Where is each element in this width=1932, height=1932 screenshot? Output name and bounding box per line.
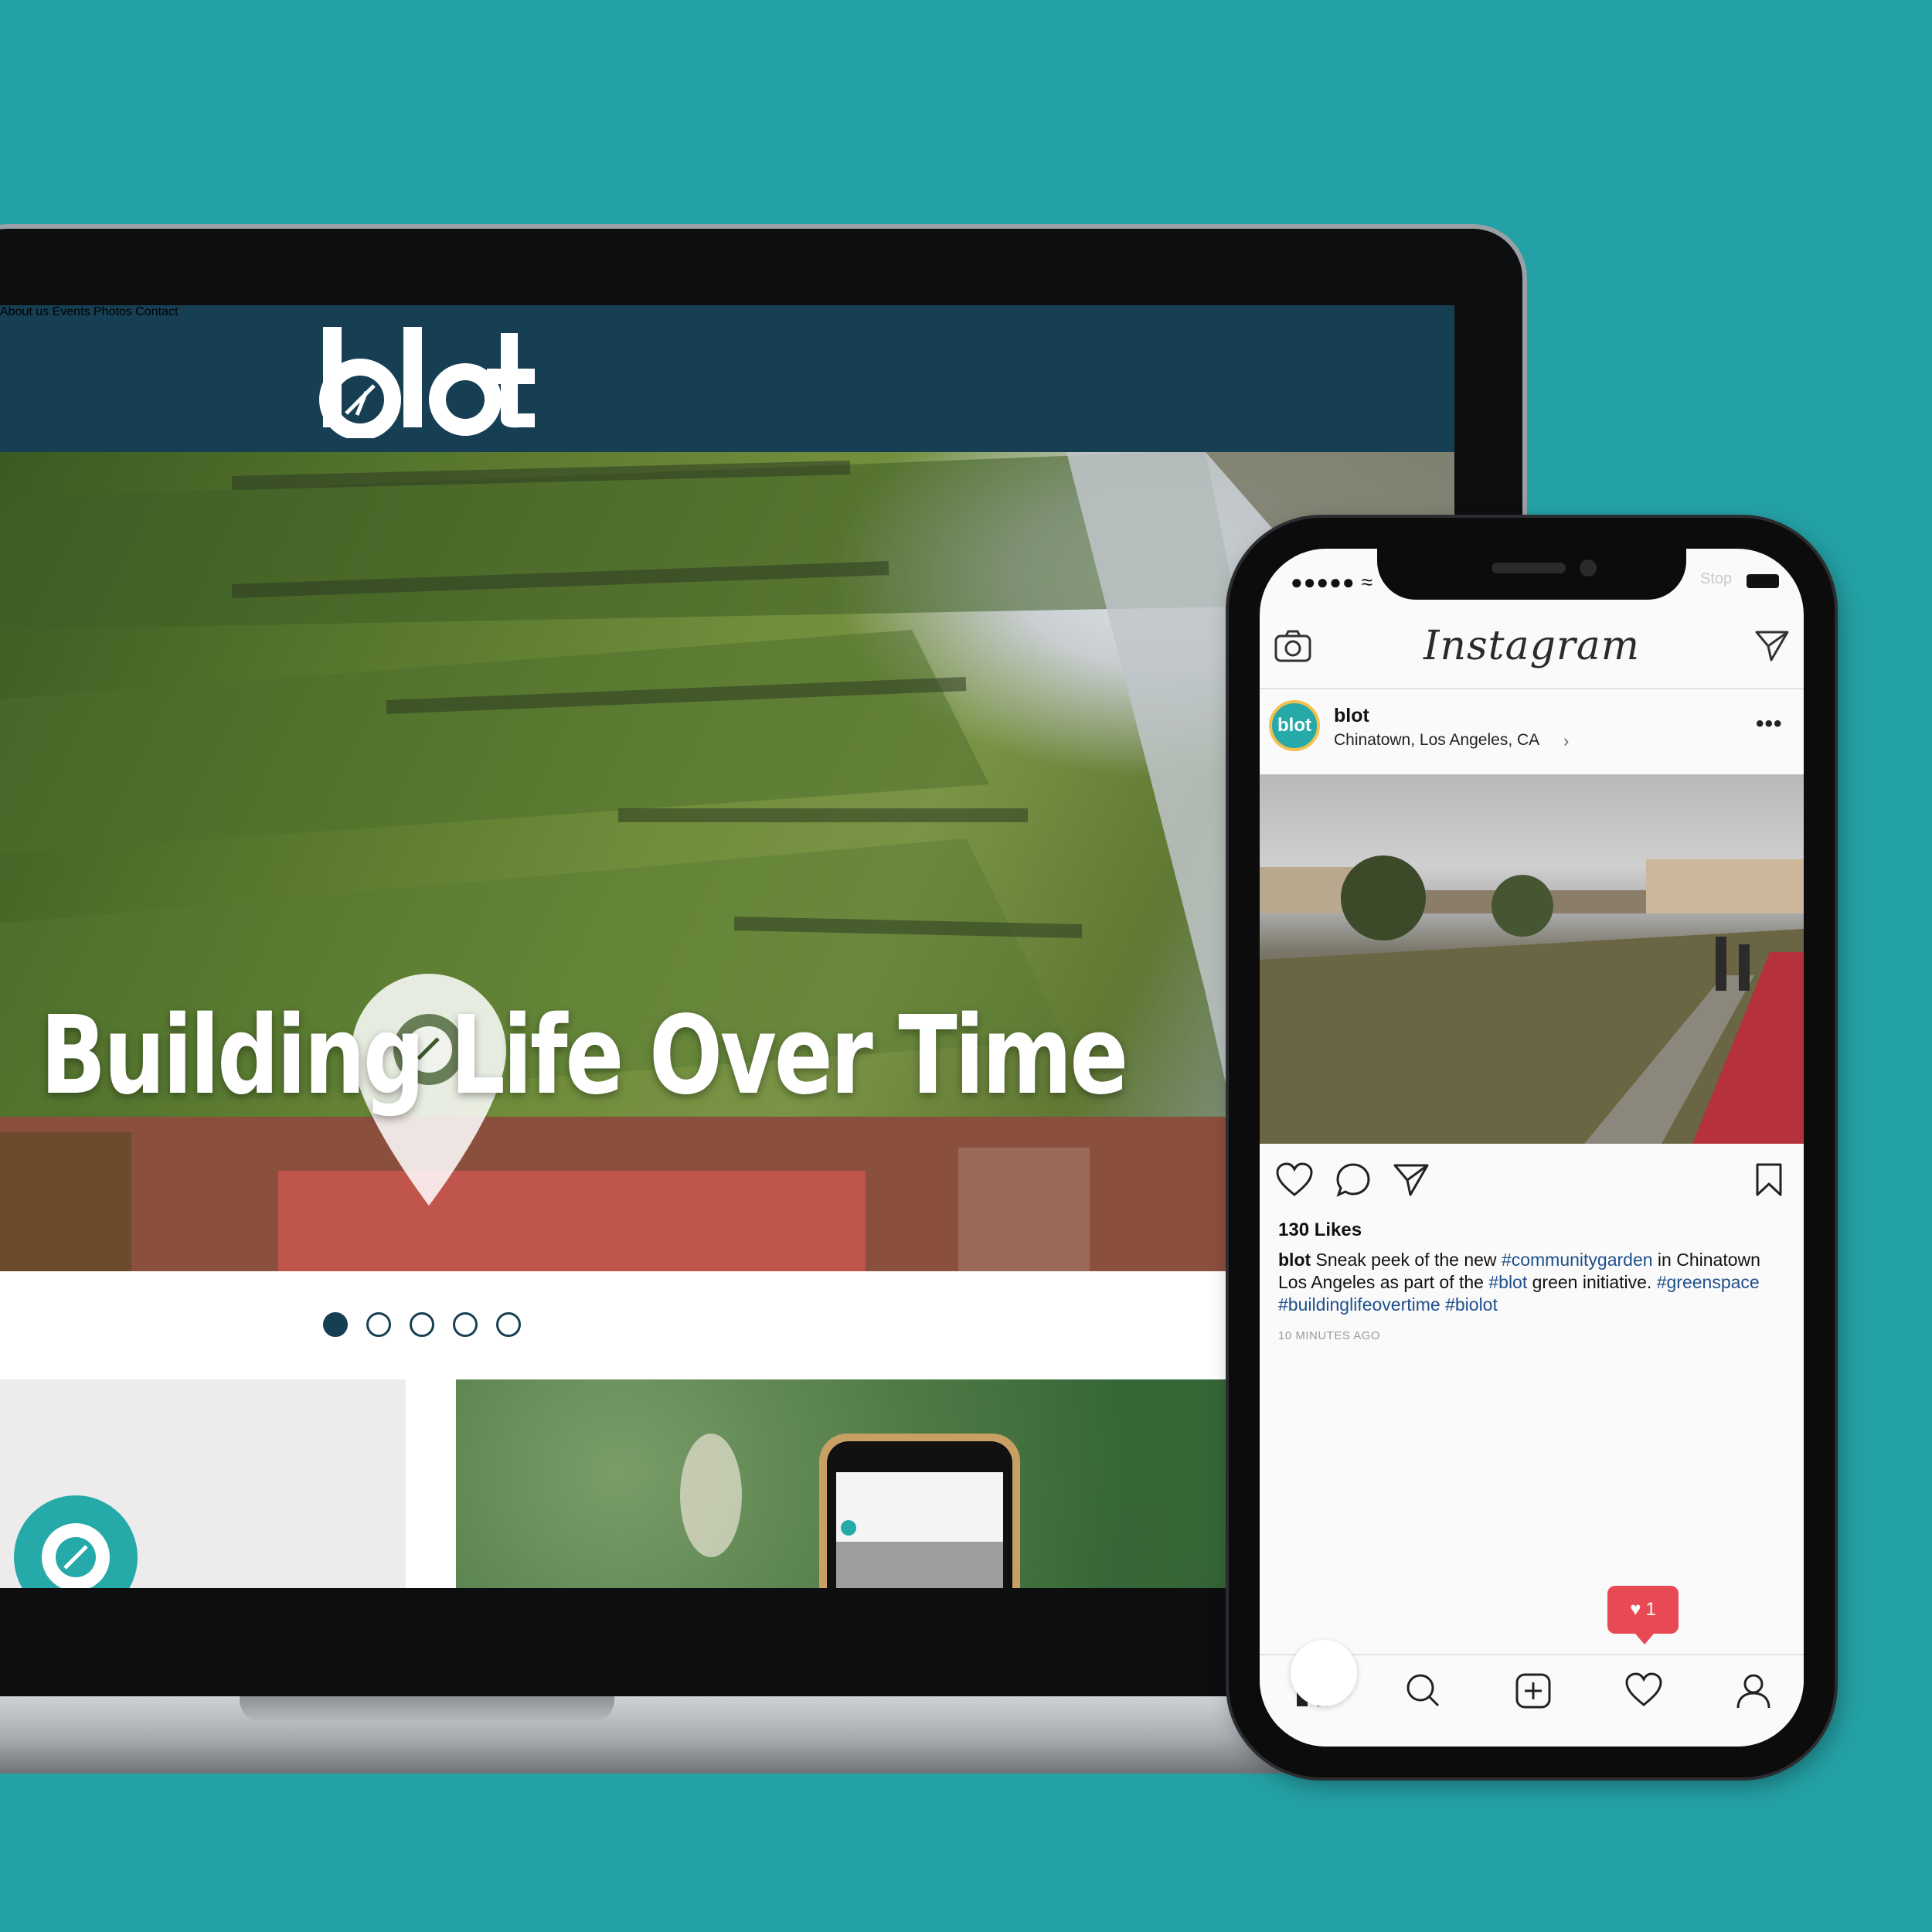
post-header: blot blot Chinatown, Los Angeles, CA › •… [1260,688,1804,774]
carousel-dot[interactable] [410,1312,434,1337]
add-icon[interactable] [1515,1672,1552,1709]
feature-card-logo[interactable] [0,1379,406,1588]
bookmark-icon[interactable] [1754,1162,1784,1198]
status-signal: ●●●●● ≈ [1291,570,1374,594]
speaker-grille [1492,563,1566,573]
front-camera [1580,560,1597,577]
carousel-dots [323,1312,521,1337]
carousel-dot[interactable] [366,1312,391,1337]
post-photo[interactable] [1260,774,1804,1144]
post-username[interactable]: blot [1334,705,1369,727]
hero-title: Building Life Over Time [40,993,1128,1119]
nav-photos[interactable]: Photos [94,305,132,318]
post-caption: blot Sneak peek of the new #communitygar… [1278,1249,1788,1316]
phone-frame: ●●●●● ≈ Stop Instagram blot blot Chinato… [1229,518,1835,1777]
direct-message-icon[interactable] [1754,629,1790,663]
notification-count: 1 [1645,1599,1656,1620]
hashtag[interactable]: #communitygarden [1502,1250,1653,1270]
phone-screen: ●●●●● ≈ Stop Instagram blot blot Chinato… [1260,549,1804,1747]
leaf-badge-icon [14,1495,138,1588]
activity-heart-icon[interactable] [1624,1672,1663,1708]
laptop-trackpad-notch [240,1696,614,1723]
likes-count[interactable]: 130 Likes [1278,1219,1362,1241]
phone-notch [1377,549,1686,600]
profile-icon[interactable] [1736,1672,1771,1709]
status-carrier: Stop [1700,570,1733,587]
like-notification-badge[interactable]: ♥ 1 [1607,1586,1679,1645]
carousel-dot[interactable] [323,1312,348,1337]
caption-username[interactable]: blot [1278,1250,1311,1270]
instagram-wordmark: Instagram [1423,623,1641,669]
blot-logo[interactable] [317,322,541,438]
share-icon[interactable] [1393,1162,1430,1198]
post-timestamp: 10 MINUTES AGO [1278,1329,1381,1342]
nav-about-us[interactable]: About us [0,305,49,318]
post-location[interactable]: Chinatown, Los Angeles, CA [1334,731,1539,750]
more-options-icon[interactable]: ••• [1756,711,1783,737]
carousel-dot[interactable] [453,1312,478,1337]
nav-contact[interactable]: Contact [135,305,178,318]
garden-photo-image [1260,855,1804,1144]
location-arrow-icon: › [1563,731,1570,750]
battery-icon [1747,574,1779,588]
comment-icon[interactable] [1335,1162,1371,1198]
assistive-touch-button[interactable] [1291,1640,1357,1706]
instagram-top-bar: Instagram [1260,603,1804,689]
notification-heart-icon: ♥ [1630,1599,1641,1620]
hashtag[interactable]: #buildinglifeovertime [1278,1294,1440,1315]
hashtag[interactable]: #greenspace [1657,1272,1760,1292]
nav-events[interactable]: Events [53,305,90,318]
hashtag[interactable]: #biolot [1445,1294,1498,1315]
caption-text: green initiative. [1527,1272,1657,1292]
caption-text: Sneak peek of the new [1311,1250,1502,1270]
post-actions [1260,1144,1804,1221]
heart-icon[interactable] [1275,1162,1314,1198]
site-header: About us Events Photos Contact [0,305,1454,452]
carousel-dot[interactable] [496,1312,521,1337]
search-icon[interactable] [1405,1672,1440,1708]
hashtag[interactable]: #blot [1488,1272,1527,1292]
avatar[interactable]: blot [1269,700,1320,751]
